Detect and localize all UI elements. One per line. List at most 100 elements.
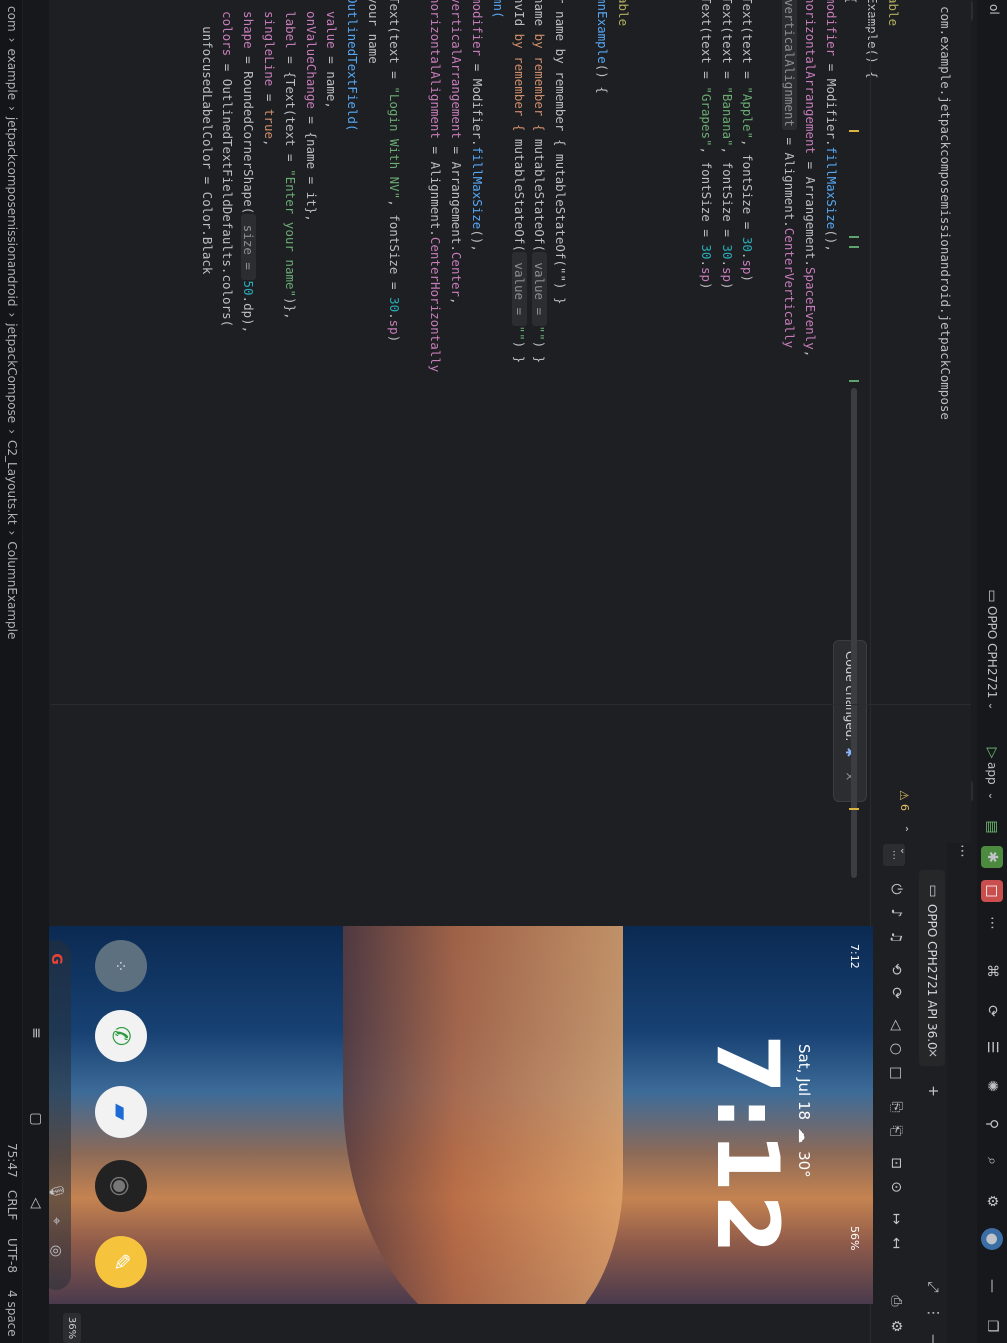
breadcrumb-item[interactable]: jetpackcomposemissionandroid — [5, 117, 19, 307]
zoom-level[interactable]: 36% — [63, 1313, 81, 1343]
back-nav-icon[interactable]: ≡ — [25, 1022, 47, 1044]
recents-nav-icon[interactable]: ◁ — [25, 1192, 47, 1214]
run-config-selector[interactable]: app — [985, 762, 999, 785]
code-line: mn( — [487, 0, 508, 372]
mirror-icon[interactable]: ↦ — [885, 1208, 907, 1230]
stop-icon[interactable]: □ — [981, 880, 1003, 902]
device-screen[interactable]: 7:12 56% Sat, Jul 18 ☁ 30° 7:12 ⁘ ✆ ▰ ◉ … — [37, 926, 873, 1304]
overview-icon[interactable]: □ — [885, 1062, 907, 1084]
apply-changes-icon[interactable]: ✱ — [981, 846, 1003, 868]
code-token: horizontalArrangement — [802, 0, 818, 155]
code-token: OutlinedTextField( — [345, 0, 361, 132]
code-token: = — [262, 86, 278, 109]
code-token: verticalArrangement — [449, 0, 465, 139]
code-token: sp — [719, 266, 735, 283]
volume-down-icon[interactable]: ♫ — [885, 926, 907, 948]
gear-icon[interactable]: ⚙ — [981, 1190, 1003, 1212]
breadcrumb-item[interactable]: C2_Layouts.kt — [5, 440, 19, 525]
cursor-position[interactable]: 75:47 — [5, 1143, 19, 1178]
date-text: Sat, Jul 18 — [795, 1044, 813, 1121]
package-line: com.example.jetpackcomposemissionandroid… — [938, 6, 953, 420]
camera-app-icon[interactable]: ◉ — [95, 1160, 147, 1212]
minimize-icon[interactable]: — — [922, 1330, 944, 1343]
chevron-up-icon[interactable]: ⌃ — [893, 818, 915, 840]
notes-app-icon[interactable]: ✎ — [95, 1236, 147, 1288]
code-token: = Arrangement. — [802, 154, 818, 267]
chevron-down-icon[interactable]: ⌄ — [981, 695, 1003, 717]
horizontal-scrollbar[interactable] — [851, 388, 857, 878]
sync-icon[interactable]: ⟳ — [981, 1000, 1003, 1022]
warning-icon[interactable]: ⚠ — [897, 790, 911, 801]
volume-up-icon[interactable]: ♪ — [885, 902, 907, 924]
breadcrumb-item[interactable]: jetpackCompose — [5, 323, 19, 423]
code-line: horizontalAlignment = Alignment.CenterHo… — [425, 0, 446, 372]
code-token: by remember { — [532, 26, 548, 139]
restore-icon[interactable]: ❐ — [981, 1315, 1003, 1337]
more-icon[interactable]: ⋮ — [922, 1302, 944, 1324]
build-icon[interactable]: ▤ — [981, 816, 1003, 838]
expand-icon[interactable]: ⤢ — [922, 1276, 944, 1298]
code-token: mutableStateOf( — [511, 139, 527, 252]
add-icon[interactable]: + — [922, 1080, 944, 1102]
code-token: true — [262, 108, 278, 139]
code-line: r name by remember { mutableStateOf("") … — [549, 0, 570, 372]
device-manager-icon[interactable]: ⌘ — [981, 960, 1003, 982]
app-drawer-icon[interactable]: ⁘ — [95, 940, 147, 992]
phone-app-icon[interactable]: ✆ — [95, 1010, 147, 1062]
profiler-icon[interactable]: ⚲ — [981, 1113, 1003, 1135]
code-token: "Apple" — [740, 86, 756, 139]
more-icon[interactable]: ⋯ — [951, 840, 973, 862]
code-token: mn( — [490, 0, 506, 19]
rotate-left-icon[interactable]: ⟲ — [885, 958, 907, 980]
snapshot-icon[interactable]: ⎙ — [885, 1290, 907, 1312]
change-marker — [849, 380, 859, 382]
code-token: sp — [386, 319, 402, 335]
breadcrumb-item[interactable]: ColumnExample — [5, 541, 19, 639]
wallpaper-mountain — [343, 926, 623, 1304]
line-separator[interactable]: CRLF — [5, 1190, 19, 1220]
settings-icon[interactable]: ⚙ — [885, 1315, 907, 1337]
search-icon[interactable]: ⌕ — [981, 1150, 1003, 1172]
code-token: CenterVertically — [782, 227, 798, 349]
input-icon[interactable]: ↤ — [885, 1232, 907, 1254]
code-line: onValueChange = {name = it}, — [300, 0, 321, 372]
avatar[interactable]: ● — [981, 1228, 1003, 1250]
code-token: Center — [449, 251, 465, 298]
code-line: mnExample() { — [591, 0, 612, 372]
device-selector[interactable]: OPPO CPH2721 — [985, 606, 999, 698]
problems-count[interactable]: 6 — [898, 804, 911, 811]
home-nav-icon[interactable]: ▢ — [25, 1108, 47, 1130]
chevron-down-icon[interactable]: ⌄ — [981, 785, 1003, 807]
code-token: Text(text = — [740, 0, 756, 87]
debug-icon[interactable]: ✺ — [981, 1075, 1003, 1097]
chevron-down-icon[interactable]: ⌄ — [893, 840, 915, 862]
project-title[interactable]: ol — [987, 4, 1001, 15]
home-icon[interactable]: ○ — [885, 1038, 907, 1060]
code-token: colors — [220, 0, 236, 57]
breadcrumb-item[interactable]: com — [5, 6, 19, 32]
chevron-right-icon: › — [5, 37, 19, 43]
code-changed-toast[interactable]: Code changed: ✱ × — [833, 640, 867, 802]
power-icon[interactable]: ⏻ — [885, 878, 907, 900]
rotate-right-icon[interactable]: ⟳ — [885, 982, 907, 1004]
minimize-icon[interactable]: — — [981, 1275, 1003, 1297]
fold-icon[interactable]: ⎘ — [885, 1096, 907, 1118]
files-app-icon[interactable]: ▰ — [95, 1086, 147, 1138]
unfold-icon[interactable]: ⎗ — [885, 1120, 907, 1142]
code-token: = Alignment. — [428, 139, 444, 237]
code-token: Text(text = — [698, 0, 714, 87]
code-token: ) — [698, 282, 714, 290]
file-encoding[interactable]: UTF-8 — [5, 1238, 19, 1273]
more-icon[interactable]: ⋯ — [981, 912, 1003, 934]
screenshot-icon[interactable]: ⊡ — [885, 1152, 907, 1174]
layout-inspector-icon[interactable]: ☰ — [981, 1036, 1003, 1058]
emulator-tab-label[interactable]: OPPO CPH2721 API 36.0 — [925, 904, 939, 1050]
code-token: by remember { — [511, 26, 527, 139]
chevron-right-icon: › — [5, 312, 19, 318]
breadcrumb-item[interactable]: example — [5, 48, 19, 100]
close-icon[interactable]: × — [922, 1042, 944, 1064]
back-icon[interactable]: ◁ — [885, 1014, 907, 1036]
indent-setting[interactable]: 4 space — [5, 1290, 19, 1337]
record-icon[interactable]: ⊙ — [885, 1176, 907, 1198]
